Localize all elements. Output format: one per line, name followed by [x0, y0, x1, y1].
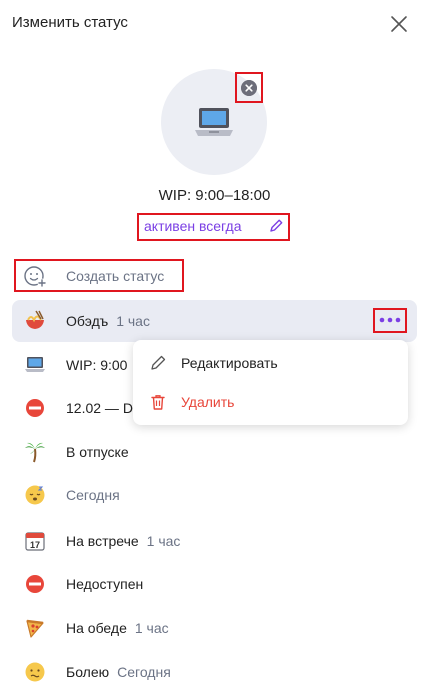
sleeping-face-icon	[24, 484, 46, 506]
no-entry-icon	[24, 573, 46, 595]
pencil-icon[interactable]	[268, 218, 284, 234]
status-item-sleep[interactable]: Сегодня	[12, 474, 417, 516]
more-options-icon[interactable]	[378, 315, 402, 325]
status-item-name: Недоступен	[66, 576, 144, 592]
edit-label: Редактировать	[181, 355, 278, 371]
status-item-duration: Сегодня	[66, 487, 120, 503]
panel-header: Изменить статус	[0, 0, 429, 48]
close-icon[interactable]	[387, 12, 411, 36]
status-item-duration: 1 час	[116, 313, 150, 329]
active-duration-link[interactable]: активен всегда	[144, 218, 242, 234]
status-item-name: На обеде	[66, 620, 127, 636]
current-status-name: WIP: 9:00–18:00	[158, 187, 271, 204]
status-item-name: 12.02 — D	[66, 400, 133, 416]
pizza-icon	[24, 617, 46, 639]
status-item-duration: Сегодня	[117, 664, 171, 680]
status-item-otpusk[interactable]: В отпуске	[12, 431, 417, 473]
status-item-name: На встрече	[66, 533, 139, 549]
status-item-name: WIP: 9:00	[66, 357, 128, 373]
panel-title: Изменить статус	[12, 14, 128, 31]
laptop-icon	[24, 354, 46, 376]
status-item-unavailable[interactable]: Недоступен	[12, 563, 417, 605]
clear-status-icon[interactable]	[241, 80, 257, 96]
trash-icon	[151, 395, 165, 410]
calendar-icon: 17	[24, 530, 46, 552]
sick-face-icon	[24, 661, 46, 683]
delete-menu-item[interactable]: Удалить	[133, 383, 408, 421]
add-emoji-icon	[24, 266, 47, 288]
status-item-duration: 1 час	[134, 620, 169, 636]
status-item-meeting[interactable]: 17 На встрече 1 час	[12, 520, 417, 562]
status-item-sick[interactable]: Болею Сегодня	[12, 651, 417, 693]
status-item-name: Болею	[66, 664, 110, 680]
status-item-name: В отпуске	[66, 444, 129, 460]
edit-menu-item[interactable]: Редактировать	[133, 344, 408, 382]
delete-label: Удалить	[181, 394, 235, 410]
pencil-icon	[151, 355, 166, 370]
status-item-lunch[interactable]: На обеде 1 час	[12, 607, 417, 649]
status-item-duration: 1 час	[146, 533, 181, 549]
context-menu: Редактировать Удалить	[133, 340, 408, 425]
create-status-label: Создать статус	[66, 268, 165, 284]
create-status-button[interactable]: Создать статус	[22, 262, 164, 290]
no-entry-icon	[24, 397, 46, 419]
status-item-obed[interactable]: Обэдъ 1 час	[12, 300, 417, 342]
noodles-icon	[24, 310, 46, 332]
palm-tree-icon	[24, 441, 46, 463]
status-item-name: Обэдъ	[66, 313, 109, 329]
svg-text:17: 17	[30, 540, 40, 550]
